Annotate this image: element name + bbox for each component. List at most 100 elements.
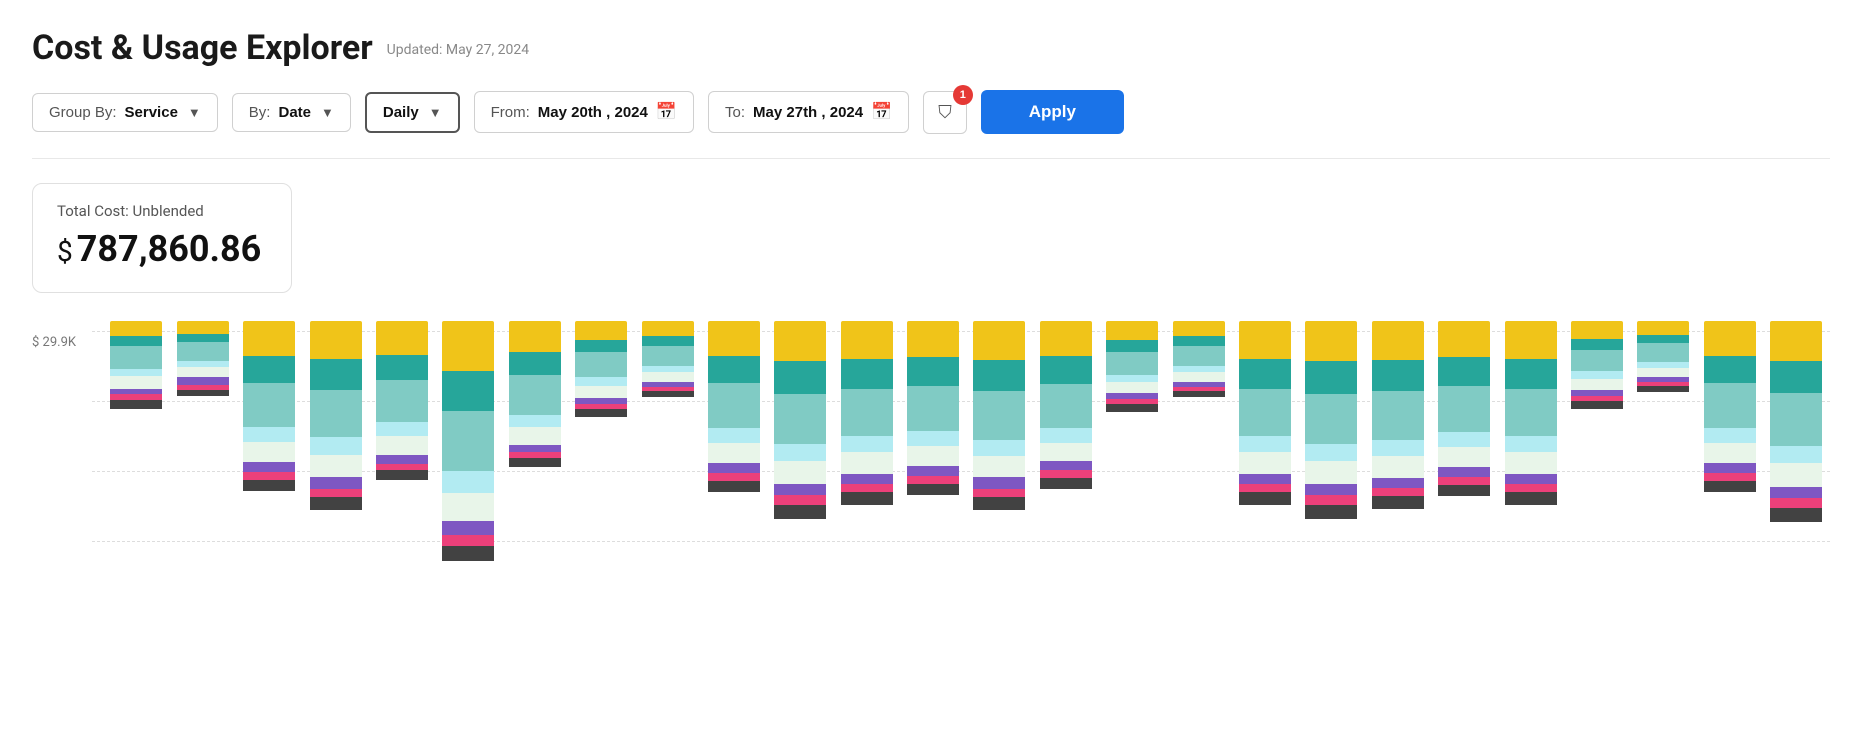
stacked-bar[interactable] <box>1505 321 1557 505</box>
bar-segment <box>708 473 760 480</box>
stacked-bar[interactable] <box>1637 321 1689 392</box>
bar-segment <box>177 321 229 334</box>
bar-col <box>897 321 959 581</box>
cost-amount: 787,860.86 <box>77 228 262 270</box>
bar-segment <box>774 495 826 505</box>
bar-segment <box>177 367 229 377</box>
stacked-bar[interactable] <box>1372 321 1424 509</box>
bar-segment <box>177 334 229 343</box>
stacked-bar[interactable] <box>243 321 295 491</box>
bar-col <box>631 321 693 581</box>
bar-segment <box>442 546 494 561</box>
bar-segment <box>1239 436 1291 452</box>
bar-segment <box>442 493 494 521</box>
bar-segment <box>1239 321 1291 359</box>
stacked-bar[interactable] <box>575 321 627 417</box>
stacked-bar[interactable] <box>376 321 428 480</box>
stacked-bar[interactable] <box>442 321 494 561</box>
bar-segment <box>310 321 362 359</box>
from-date-picker[interactable]: From: May 20th , 2024 📅 <box>474 91 694 133</box>
bar-segment <box>774 505 826 519</box>
filter-button[interactable]: ⛉ 1 <box>923 91 967 134</box>
stacked-bar[interactable] <box>1704 321 1756 492</box>
bar-segment <box>907 321 959 357</box>
bar-segment <box>509 352 561 374</box>
bar-col <box>1428 321 1490 581</box>
bar-segment <box>1106 404 1158 411</box>
bar-segment <box>110 369 162 377</box>
bar-segment <box>708 356 760 383</box>
bar-segment <box>575 386 627 398</box>
bar-segment <box>1305 461 1357 484</box>
bar-segment <box>1571 379 1623 390</box>
bar-segment <box>310 477 362 488</box>
bar-segment <box>1040 443 1092 462</box>
bar-col <box>498 321 560 581</box>
bar-segment <box>1438 477 1490 485</box>
bar-segment <box>774 461 826 484</box>
stacked-bar[interactable] <box>509 321 561 467</box>
bar-segment <box>376 422 428 436</box>
bar-segment <box>1372 496 1424 509</box>
group-by-dropdown[interactable]: Group By: Service ▼ <box>32 93 218 132</box>
bar-segment <box>575 340 627 352</box>
apply-button[interactable]: Apply <box>981 90 1124 134</box>
granularity-dropdown[interactable]: Daily ▼ <box>365 92 460 133</box>
bar-segment <box>1770 508 1822 522</box>
bar-segment <box>642 321 694 336</box>
bar-segment <box>1239 492 1291 505</box>
stacked-bar[interactable] <box>1770 321 1822 522</box>
bar-segment <box>509 458 561 467</box>
bar-segment <box>1637 368 1689 377</box>
stacked-bar[interactable] <box>1106 321 1158 412</box>
bar-col <box>1561 321 1623 581</box>
bar-segment <box>1770 487 1822 498</box>
bar-col <box>1295 321 1357 581</box>
bar-segment <box>310 489 362 498</box>
stacked-bar[interactable] <box>774 321 826 519</box>
bar-segment <box>1106 382 1158 393</box>
bar-segment <box>1637 386 1689 392</box>
bar-segment <box>442 321 494 371</box>
stacked-bar[interactable] <box>110 321 162 409</box>
stacked-bar[interactable] <box>1571 321 1623 409</box>
bar-segment <box>376 470 428 480</box>
stacked-bar[interactable] <box>1239 321 1291 505</box>
stacked-bar[interactable] <box>1040 321 1092 489</box>
bar-segment <box>1505 452 1557 473</box>
filter-badge: 1 <box>953 85 973 105</box>
bar-segment <box>1438 357 1490 386</box>
stacked-bar[interactable] <box>1305 321 1357 519</box>
stacked-bar[interactable] <box>1173 321 1225 397</box>
bar-segment <box>376 455 428 464</box>
bar-segment <box>243 383 295 427</box>
to-date-picker[interactable]: To: May 27th , 2024 📅 <box>708 91 909 133</box>
stacked-bar[interactable] <box>907 321 959 495</box>
bar-segment <box>841 389 893 437</box>
stacked-bar[interactable] <box>177 321 229 396</box>
stacked-bar[interactable] <box>841 321 893 505</box>
stacked-bar[interactable] <box>1438 321 1490 496</box>
bar-col <box>1029 321 1091 581</box>
bar-segment <box>1637 321 1689 335</box>
stacked-bar[interactable] <box>973 321 1025 510</box>
bar-segment <box>509 445 561 452</box>
by-dropdown[interactable]: By: Date ▼ <box>232 93 351 132</box>
bar-segment <box>973 456 1025 477</box>
bar-segment <box>110 400 162 409</box>
bar-segment <box>1372 440 1424 456</box>
bar-col <box>1361 321 1423 581</box>
group-by-chevron-icon: ▼ <box>188 105 201 120</box>
stacked-bar[interactable] <box>642 321 694 397</box>
bar-segment <box>1438 321 1490 357</box>
bar-segment <box>509 415 561 427</box>
bar-segment <box>1173 372 1225 382</box>
bar-col <box>1162 321 1224 581</box>
stacked-bar[interactable] <box>708 321 760 492</box>
cost-currency: $ <box>57 235 73 268</box>
toolbar-divider <box>32 158 1830 159</box>
bar-segment <box>1571 339 1623 350</box>
cost-card-label: Total Cost: Unblended <box>57 202 267 220</box>
bar-segment <box>110 376 162 389</box>
stacked-bar[interactable] <box>310 321 362 510</box>
